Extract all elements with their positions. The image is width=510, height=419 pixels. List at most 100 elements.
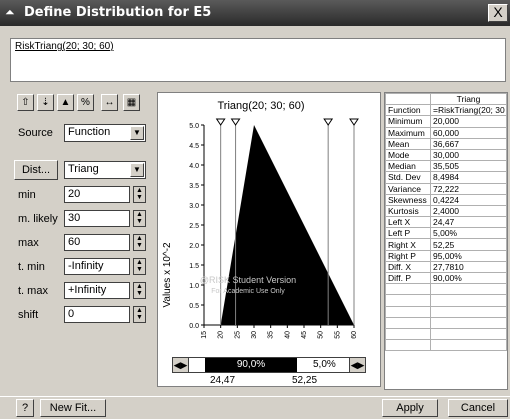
- distribution-select[interactable]: Triang ▼: [64, 161, 146, 179]
- y-tick-label: 3.5: [189, 183, 199, 190]
- stat-value[interactable]: 35,505: [430, 160, 507, 173]
- stat-label: Std. Dev: [385, 171, 431, 184]
- right-delimiter-line-handle[interactable]: [323, 118, 334, 126]
- left-delimiter-arrow-icon[interactable]: ◀▶: [173, 358, 189, 372]
- empty-cell: [430, 316, 507, 329]
- max-field[interactable]: 60: [64, 234, 130, 251]
- dist-button[interactable]: Dist...: [14, 160, 58, 180]
- table-row-empty: [385, 327, 507, 341]
- stat-label: Minimum: [385, 115, 431, 128]
- distribution-chart[interactable]: Triang(20; 30; 60) Values x 10^-2 0.0 0.5…: [158, 93, 380, 386]
- tmin-spinner[interactable]: ▲ ▼: [133, 258, 146, 275]
- x-tick-label: 45: [301, 331, 308, 339]
- y-tick-label: 4.5: [189, 143, 199, 150]
- new-fit-button[interactable]: New Fit...: [40, 399, 106, 417]
- left-delimiter-line-handle[interactable]: [230, 118, 241, 126]
- stat-value[interactable]: 0,4224: [430, 193, 507, 206]
- y-tick-label: 1.5: [189, 263, 199, 270]
- mlikely-field[interactable]: 30: [64, 210, 130, 227]
- table-row: Left X 24,47: [385, 216, 507, 229]
- stat-value[interactable]: 27,7810: [430, 260, 507, 274]
- table-row: Std. Dev 8,4984: [385, 171, 507, 184]
- stat-value[interactable]: 60,000: [430, 126, 507, 139]
- stat-value[interactable]: 8,4984: [430, 171, 507, 184]
- right-delimiter-arrow-icon[interactable]: ◀▶: [349, 358, 365, 372]
- stat-value[interactable]: 95,00%: [430, 249, 507, 262]
- dropdown-arrow-icon[interactable]: ▼: [130, 126, 144, 140]
- stat-label: Diff. X: [385, 260, 431, 274]
- statistics-button[interactable]: %: [77, 94, 94, 111]
- empty-cell: [430, 305, 507, 318]
- max-spinner[interactable]: ▲ ▼: [133, 234, 146, 251]
- y-tick-label: 0.0: [189, 323, 199, 330]
- stat-value[interactable]: 20,000: [430, 115, 507, 128]
- table-row: Right P 95,00%: [385, 249, 507, 262]
- stat-label: Skewness: [385, 193, 431, 206]
- apply-button[interactable]: Apply: [382, 399, 438, 417]
- graph-type-button[interactable]: ▲: [57, 94, 74, 111]
- shift-field[interactable]: 0: [64, 306, 130, 323]
- formula-box[interactable]: RiskTriang(20; 30; 60): [10, 38, 506, 82]
- delimiters-button[interactable]: ↔: [101, 94, 118, 111]
- table-row-empty: [385, 305, 507, 318]
- stat-value[interactable]: 36,667: [430, 137, 507, 150]
- x-tick-label: 35: [268, 331, 275, 339]
- param-label-max: max: [18, 237, 39, 249]
- table-row: Left P 5,00%: [385, 227, 507, 240]
- stat-value[interactable]: 90,00%: [430, 271, 507, 285]
- table-button[interactable]: ▦: [123, 94, 140, 111]
- empty-cell: [430, 294, 507, 307]
- table-row: Skewness 0,4224: [385, 193, 507, 206]
- close-button[interactable]: X: [488, 4, 508, 22]
- delimiter-bar[interactable]: ◀▶ 90,0% 5,0% ◀▶: [172, 357, 366, 373]
- stat-label: Maximum: [385, 126, 431, 139]
- min-marker-handle[interactable]: [215, 118, 226, 126]
- table-row-empty: [385, 294, 507, 307]
- tmin-field[interactable]: -Infinity: [64, 258, 130, 275]
- x-tick-label: 25: [234, 331, 241, 339]
- stat-label: Function: [385, 104, 431, 117]
- table-row: Kurtosis 2,4000: [385, 204, 507, 218]
- stat-value[interactable]: 5,00%: [430, 227, 507, 240]
- cancel-button[interactable]: Cancel: [448, 399, 508, 417]
- empty-cell: [385, 316, 431, 329]
- watermark-line1: @RISK Student Version: [200, 275, 296, 285]
- mlikely-spinner[interactable]: ▲ ▼: [133, 210, 146, 227]
- help-icon[interactable]: ?: [16, 399, 34, 417]
- table-row: Function =RiskTriang(20; 30: [385, 104, 507, 117]
- risk-app-icon: ⏶: [5, 5, 15, 19]
- stat-label: Right X: [385, 238, 431, 251]
- window-title: Define Distribution for E5: [24, 5, 212, 20]
- table-row: Minimum 20,000: [385, 115, 507, 128]
- watermark-line2: For Academic Use Only: [211, 288, 285, 295]
- tmax-spinner[interactable]: ▲ ▼: [133, 282, 146, 299]
- stat-label: Diff. P: [385, 271, 431, 285]
- tmax-field[interactable]: +Infinity: [64, 282, 130, 299]
- middle-percent: 90,0%: [205, 358, 297, 372]
- right-x-value: 52,25: [292, 375, 318, 386]
- min-field[interactable]: 20: [64, 186, 130, 203]
- stat-value[interactable]: 72,222: [430, 182, 507, 195]
- table-row: Maximum 60,000: [385, 126, 507, 139]
- dropdown-arrow-icon[interactable]: ▼: [130, 163, 144, 177]
- table-row: Right X 52,25: [385, 238, 507, 251]
- stat-label: Mode: [385, 148, 431, 162]
- copy-distribution-button[interactable]: ⇧: [17, 94, 34, 111]
- table-row-empty: [385, 316, 507, 329]
- shift-spinner[interactable]: ▲ ▼: [133, 306, 146, 323]
- min-spinner[interactable]: ▲ ▼: [133, 186, 146, 203]
- empty-cell: [385, 305, 431, 318]
- max-marker-handle[interactable]: [349, 118, 359, 126]
- stat-value[interactable]: =RiskTriang(20; 30: [430, 104, 507, 117]
- source-select[interactable]: Function ▼: [64, 124, 146, 142]
- stat-value[interactable]: 2,4000: [430, 204, 507, 218]
- stats-header: Triang: [430, 92, 507, 106]
- x-tick-label: 40: [284, 331, 291, 339]
- paste-distribution-button[interactable]: ⇣: [37, 94, 54, 111]
- table-row: Mean 36,667: [385, 137, 507, 150]
- formula-text: RiskTriang(20; 30; 60): [15, 41, 114, 52]
- param-label-min: min: [18, 189, 36, 201]
- stat-value[interactable]: 52,25: [430, 238, 507, 251]
- stat-value[interactable]: 24,47: [430, 216, 507, 229]
- stat-value[interactable]: 30,000: [430, 148, 507, 162]
